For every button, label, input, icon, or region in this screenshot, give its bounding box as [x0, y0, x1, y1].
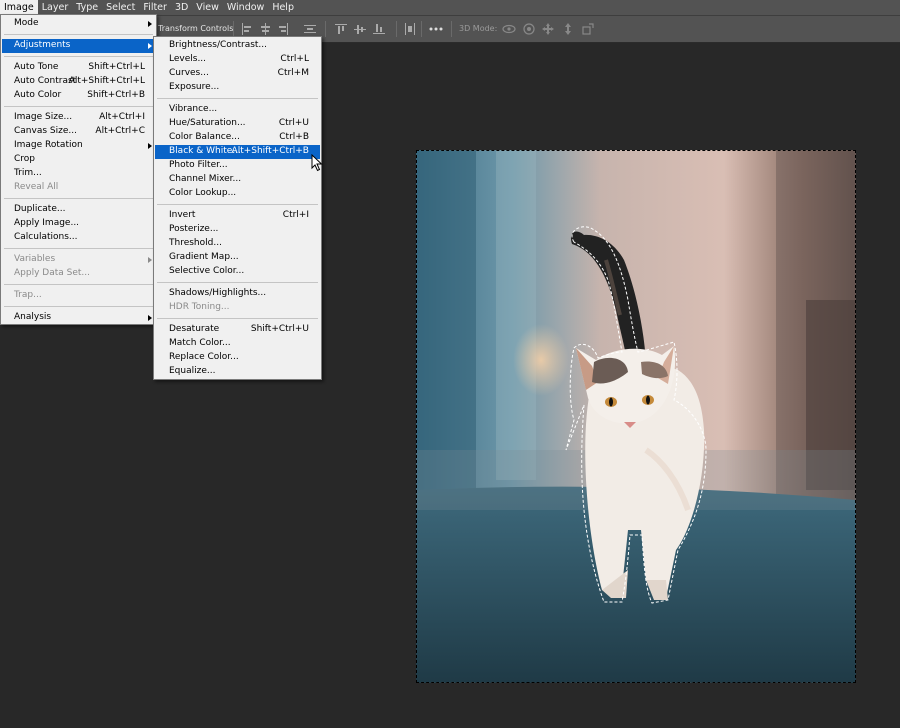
menu-separator: [4, 34, 153, 35]
roll-3d-icon[interactable]: [521, 21, 537, 37]
menu-separator: [4, 306, 153, 307]
distribute-icon[interactable]: [402, 21, 418, 37]
scale-3d-icon[interactable]: [580, 21, 596, 37]
3d-mode-label: 3D Mode:: [459, 24, 498, 33]
menu-item-apply-image[interactable]: Apply Image...: [2, 217, 155, 231]
menu-item-mode[interactable]: Mode: [2, 17, 155, 31]
menu-item-adjustments[interactable]: Adjustments: [2, 39, 155, 53]
menu-item-black-white[interactable]: Black & White... Alt+Shift+Ctrl+B: [155, 145, 320, 159]
menu-item-image-size[interactable]: Image Size... Alt+Ctrl+I: [2, 111, 155, 125]
canvas-selection-border: [416, 150, 856, 683]
menu-3d[interactable]: 3D: [171, 0, 192, 15]
menu-item-canvas-size[interactable]: Canvas Size... Alt+Ctrl+C: [2, 125, 155, 139]
menu-item-apply-data-set: Apply Data Set...: [14, 268, 90, 278]
menu-item-reveal-all: Reveal All: [14, 182, 59, 192]
menu-separator: [157, 282, 318, 283]
menu-separator: [4, 248, 153, 249]
orbit-3d-icon[interactable]: [501, 21, 517, 37]
align-right-icon[interactable]: [275, 21, 291, 37]
drag-3d-icon[interactable]: [540, 21, 556, 37]
menu-item-shadows-highlights[interactable]: Shadows/Highlights...: [155, 287, 320, 301]
more-icon[interactable]: [428, 21, 444, 37]
menu-item-equalize[interactable]: Equalize...: [155, 365, 320, 379]
menu-item-analysis[interactable]: Analysis: [2, 311, 155, 325]
options-divider: [396, 21, 397, 37]
adjustments-submenu: Brightness/Contrast... Levels... Ctrl+L C…: [153, 36, 322, 380]
menu-item-color-balance[interactable]: Color Balance... Ctrl+B: [155, 131, 320, 145]
menu-separator: [4, 284, 153, 285]
menu-item-desaturate[interactable]: Desaturate Shift+Ctrl+U: [155, 323, 320, 337]
menu-layer[interactable]: Layer: [38, 0, 73, 15]
menu-item-auto-color[interactable]: Auto Color Shift+Ctrl+B: [2, 89, 155, 103]
menu-separator: [157, 204, 318, 205]
transform-controls-label[interactable]: Transform Controls: [158, 24, 233, 33]
menu-item-selective-color[interactable]: Selective Color...: [155, 265, 320, 279]
chevron-right-icon: [148, 143, 152, 149]
align-top-icon[interactable]: [333, 21, 349, 37]
menu-item-threshold[interactable]: Threshold...: [155, 237, 320, 251]
menu-item-replace-color[interactable]: Replace Color...: [155, 351, 320, 365]
menu-item-auto-contrast[interactable]: Auto Contrast Alt+Shift+Ctrl+L: [2, 75, 155, 89]
options-divider: [233, 21, 234, 37]
options-divider: [325, 21, 326, 37]
menu-select[interactable]: Select: [102, 0, 139, 15]
menu-item-brightness-contrast[interactable]: Brightness/Contrast...: [155, 39, 320, 53]
chevron-right-icon: [148, 21, 152, 27]
menu-item-variables: Variables: [2, 253, 155, 267]
align-middle-icon[interactable]: [352, 21, 368, 37]
menu-item-calculations[interactable]: Calculations...: [2, 231, 155, 245]
menu-bar: Image Layer Type Select Filter 3D View W…: [0, 0, 900, 15]
menu-item-color-lookup[interactable]: Color Lookup...: [155, 187, 320, 201]
menu-view[interactable]: View: [192, 0, 223, 15]
chevron-right-icon: [148, 257, 152, 263]
chevron-right-icon: [148, 315, 152, 321]
menu-item-exposure[interactable]: Exposure...: [155, 81, 320, 95]
menu-item-curves[interactable]: Curves... Ctrl+M: [155, 67, 320, 81]
menu-item-image-rotation[interactable]: Image Rotation: [2, 139, 155, 153]
menu-filter[interactable]: Filter: [139, 0, 171, 15]
menu-separator: [4, 106, 153, 107]
options-divider: [451, 21, 452, 37]
menu-item-vibrance[interactable]: Vibrance...: [155, 103, 320, 117]
menu-type[interactable]: Type: [72, 0, 102, 15]
menu-item-levels[interactable]: Levels... Ctrl+L: [155, 53, 320, 67]
menu-separator: [4, 198, 153, 199]
menu-window[interactable]: Window: [223, 0, 268, 15]
menu-item-hue-saturation[interactable]: Hue/Saturation... Ctrl+U: [155, 117, 320, 131]
menu-item-gradient-map[interactable]: Gradient Map...: [155, 251, 320, 265]
menu-item-posterize[interactable]: Posterize...: [155, 223, 320, 237]
slide-3d-icon[interactable]: [560, 21, 576, 37]
menu-item-crop[interactable]: Crop: [2, 153, 155, 167]
menu-item-trim[interactable]: Trim...: [2, 167, 155, 181]
chevron-right-icon: [148, 43, 152, 49]
menu-item-match-color[interactable]: Match Color...: [155, 337, 320, 351]
menu-separator: [157, 318, 318, 319]
align-left-icon[interactable]: [239, 21, 255, 37]
align-bottom-icon[interactable]: [371, 21, 387, 37]
menu-item-invert[interactable]: Invert Ctrl+I: [155, 209, 320, 223]
align-center-icon[interactable]: [257, 21, 273, 37]
menu-separator: [157, 98, 318, 99]
menu-item-hdr-toning: HDR Toning...: [169, 302, 230, 312]
menu-item-channel-mixer[interactable]: Channel Mixer...: [155, 173, 320, 187]
menu-separator: [4, 56, 153, 57]
menu-item-duplicate[interactable]: Duplicate...: [2, 203, 155, 217]
mouse-cursor-icon: [311, 154, 323, 172]
menu-item-photo-filter[interactable]: Photo Filter...: [155, 159, 320, 173]
menu-item-auto-tone[interactable]: Auto Tone Shift+Ctrl+L: [2, 61, 155, 75]
menu-item-trap: Trap...: [14, 290, 42, 300]
menu-image[interactable]: Image: [0, 0, 38, 15]
options-divider: [421, 21, 422, 37]
image-menu-dropdown: Mode Adjustments Auto Tone Shift+Ctrl+L A…: [0, 14, 157, 325]
distribute-icon[interactable]: [302, 21, 318, 37]
menu-help[interactable]: Help: [268, 0, 298, 15]
